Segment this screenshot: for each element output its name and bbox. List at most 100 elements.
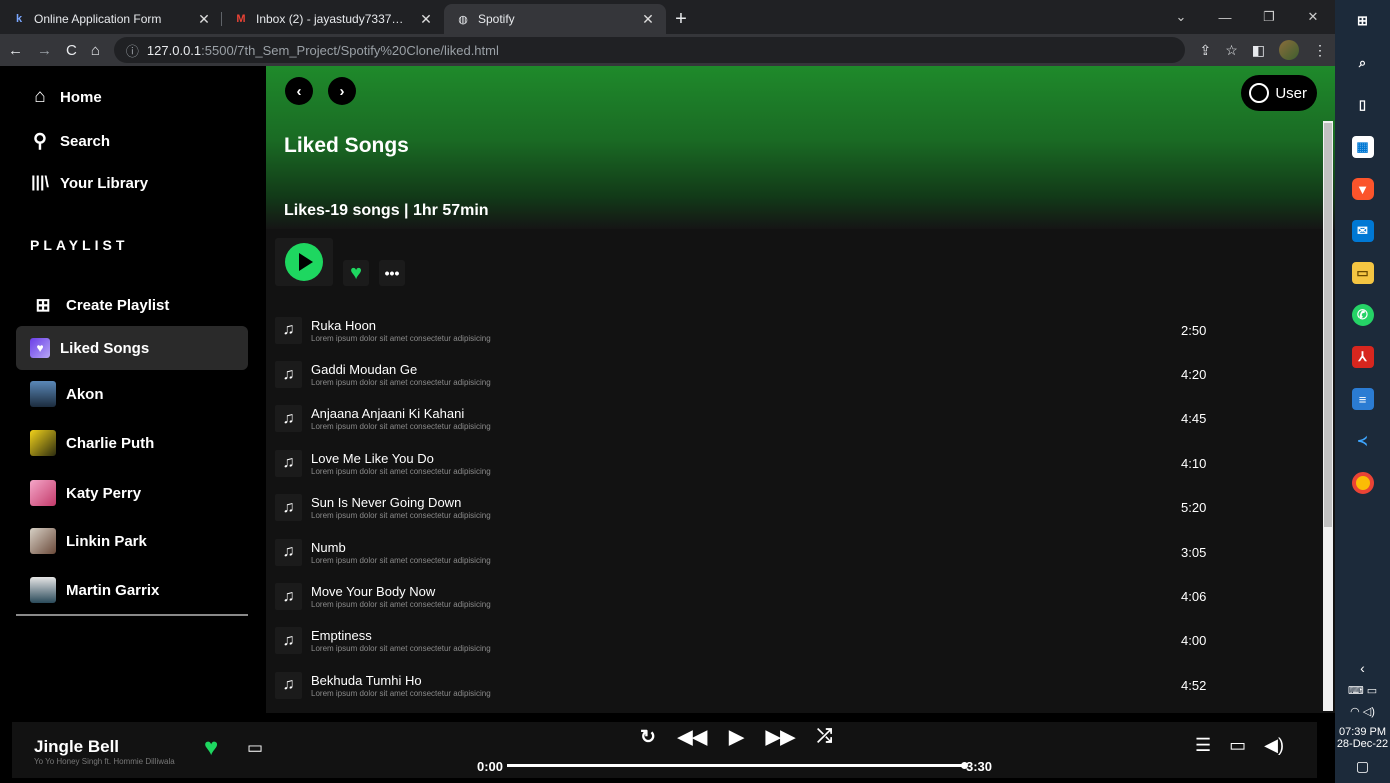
brave-icon[interactable]: ▼: [1351, 178, 1374, 200]
playlist-label: Linkin Park: [66, 532, 147, 550]
total-time: 3:30: [966, 759, 993, 774]
minimize-icon[interactable]: —: [1203, 10, 1247, 25]
share-icon[interactable]: ⇪: [1199, 42, 1211, 59]
gmail-icon: M: [236, 13, 246, 25]
clock-date[interactable]: 28-Dec-22: [1337, 738, 1388, 750]
tab-search-icon[interactable]: ⌄: [1159, 9, 1203, 25]
nav-home[interactable]: ⌂ Home: [30, 86, 101, 108]
song-row[interactable]: ♫ Gaddi Moudan Ge Lorem ipsum dolor sit a…: [275, 352, 1315, 396]
player-panel: Jingle Bell Yo Yo Honey Singh ft. Hommie…: [12, 722, 1317, 778]
song-desc: Lorem ipsum dolor sit amet consectetur a…: [311, 688, 491, 698]
fast-forward-icon[interactable]: ▶▶: [766, 726, 795, 749]
browser-tab[interactable]: k Online Application Form ✕: [0, 4, 222, 34]
song-duration: 3:05: [1181, 544, 1207, 560]
browser-tab-active[interactable]: ◍ Spotify ✕: [444, 4, 666, 34]
song-row[interactable]: ♫ Bekhuda Tumhi Ho Lorem ipsum dolor sit …: [275, 663, 1315, 707]
close-window-icon[interactable]: ✕: [1291, 9, 1335, 25]
close-tab-icon[interactable]: ✕: [196, 11, 212, 28]
globe-icon: ◍: [458, 13, 468, 26]
sidebar-divider: [16, 614, 248, 616]
chrome-icon[interactable]: [1351, 472, 1374, 494]
vscode-icon[interactable]: ≺: [1352, 430, 1374, 452]
main-content: ‹ › User Liked Songs Likes-19 songs | 1h…: [266, 66, 1335, 713]
url-bar[interactable]: ⓘ 127.0.0.1:5500/7th_Sem_Project/Spotify…: [113, 37, 1186, 63]
side-panel-icon[interactable]: ◧: [1252, 42, 1265, 59]
song-desc: Lorem ipsum dolor sit amet consectetur a…: [311, 378, 491, 388]
close-tab-icon[interactable]: ✕: [418, 11, 434, 28]
mail-icon[interactable]: ✉: [1351, 220, 1374, 242]
task-view-icon[interactable]: ▯: [1352, 94, 1374, 116]
forward-icon[interactable]: →: [37, 42, 52, 59]
windows-start-icon[interactable]: ⊞: [1352, 10, 1374, 32]
like-button[interactable]: ♥: [343, 260, 369, 286]
back-button[interactable]: ‹: [285, 77, 313, 105]
whatsapp-icon[interactable]: ✆: [1351, 304, 1374, 326]
monitor-icon[interactable]: ▭: [247, 738, 263, 758]
kv-logo-icon: k: [15, 13, 23, 25]
repeat-icon[interactable]: ↻: [640, 726, 656, 749]
volume-icon[interactable]: ◀): [1264, 735, 1284, 756]
clock-time[interactable]: 07:39 PM: [1339, 726, 1386, 738]
song-duration: 4:20: [1181, 367, 1207, 383]
restore-icon[interactable]: ❐: [1247, 9, 1291, 25]
playlist-item-charlie-puth[interactable]: Charlie Puth: [16, 421, 248, 465]
url-host: 127.0.0.1: [146, 42, 202, 58]
shuffle-icon[interactable]: ⤮: [817, 726, 832, 749]
liked-songs-item[interactable]: ♥ Liked Songs: [16, 326, 248, 370]
document-icon[interactable]: ≡: [1351, 388, 1374, 410]
create-playlist-label: Create Playlist: [66, 296, 170, 314]
profile-avatar[interactable]: [1279, 40, 1299, 60]
song-desc: Lorem ipsum dolor sit amet consectetur a…: [311, 555, 491, 565]
file-explorer-icon[interactable]: ▭: [1351, 262, 1374, 284]
music-note-icon: ♫: [275, 316, 302, 344]
plus-square-icon: ⊞: [35, 294, 51, 315]
new-tab-button[interactable]: +: [666, 4, 696, 34]
playlist-item-katy-perry[interactable]: Katy Perry: [16, 471, 248, 515]
song-name: Emptiness: [311, 628, 372, 644]
queue-list-icon[interactable]: ☰: [1195, 735, 1211, 756]
nav-library[interactable]: |||\ Your Library: [30, 174, 148, 192]
wifi-volume-icon[interactable]: ◠ ◁): [1350, 705, 1375, 718]
browser-tab[interactable]: M Inbox (2) - jayastudy7337@gmail.com ✕: [222, 4, 444, 34]
play-icon[interactable]: ▶: [729, 726, 744, 749]
song-row[interactable]: ♫ Move Your Body Now Lorem ipsum dolor si…: [275, 574, 1315, 618]
notifications-icon[interactable]: ▢: [1356, 758, 1369, 775]
song-row[interactable]: ♫ Numb Lorem ipsum dolor sit amet consect…: [275, 530, 1315, 574]
playlist-item-linkin-park[interactable]: Linkin Park: [16, 519, 248, 563]
heart-icon[interactable]: ♥: [204, 734, 218, 762]
sidebar: ⌂ Home ⚲ Search |||\ Your Library PLAYLI…: [0, 66, 266, 713]
close-tab-icon[interactable]: ✕: [640, 11, 656, 28]
play-all-button[interactable]: [275, 238, 333, 286]
song-row[interactable]: ♫ Anjaana Anjaani Ki Kahani Lorem ipsum d…: [275, 397, 1315, 441]
scrollbar[interactable]: [1323, 121, 1333, 711]
song-row[interactable]: ♫ Love Me Like You Do Lorem ipsum dolor s…: [275, 441, 1315, 485]
info-icon[interactable]: ⓘ: [126, 41, 139, 60]
search-taskbar-icon[interactable]: ⌕: [1352, 52, 1374, 74]
rewind-icon[interactable]: ◀◀: [678, 726, 707, 749]
reload-icon[interactable]: C: [66, 42, 77, 59]
store-icon[interactable]: ▦: [1351, 136, 1374, 158]
music-note-icon: ♫: [275, 361, 302, 389]
playlist-item-martin-garrix[interactable]: Martin Garrix: [16, 568, 248, 612]
menu-kebab-icon[interactable]: ⋮: [1313, 42, 1327, 59]
create-playlist-button[interactable]: ⊞ Create Playlist: [16, 283, 248, 327]
song-duration: 2:50: [1181, 322, 1207, 338]
chevron-left-icon[interactable]: ‹: [1360, 660, 1365, 676]
user-button[interactable]: User: [1241, 75, 1317, 111]
scrollbar-thumb[interactable]: [1324, 123, 1332, 527]
tray-icons[interactable]: ⌨ ▭: [1348, 684, 1377, 697]
back-icon[interactable]: ←: [8, 42, 23, 59]
song-row[interactable]: ♫ Ruka Hoon Lorem ipsum dolor sit amet co…: [275, 308, 1315, 352]
playlist-item-akon[interactable]: Akon: [16, 372, 248, 416]
more-options-button[interactable]: •••: [379, 260, 405, 286]
forward-button[interactable]: ›: [328, 77, 356, 105]
nav-search[interactable]: ⚲ Search: [30, 130, 110, 153]
bookmark-star-icon[interactable]: ☆: [1225, 42, 1238, 59]
device-icon[interactable]: ▭: [1229, 735, 1246, 756]
progress-bar[interactable]: [507, 762, 968, 769]
artist-thumbnail: [30, 430, 56, 456]
song-row[interactable]: ♫ Sun Is Never Going Down Lorem ipsum dol…: [275, 486, 1315, 530]
song-row[interactable]: ♫ Emptiness Lorem ipsum dolor sit amet co…: [275, 619, 1315, 663]
acrobat-icon[interactable]: ⅄: [1351, 346, 1374, 368]
home-browser-icon[interactable]: ⌂: [91, 42, 100, 59]
